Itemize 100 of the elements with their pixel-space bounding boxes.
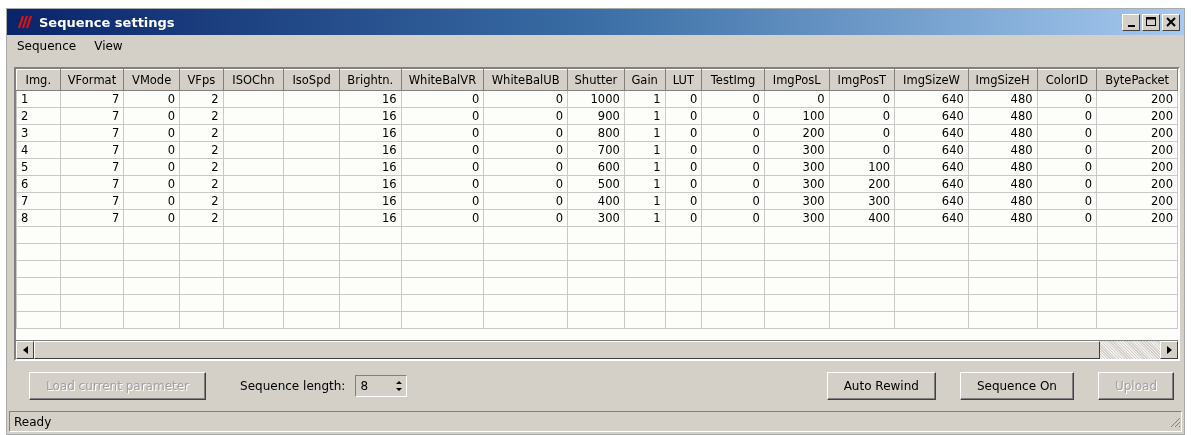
- table-cell: 1: [624, 90, 666, 108]
- table-cell: 0: [1037, 90, 1097, 108]
- table-cell: 16: [339, 175, 402, 193]
- table-cell: 0: [401, 209, 484, 227]
- column-header[interactable]: ColorID: [1037, 69, 1097, 91]
- table-cell: 200: [1096, 175, 1178, 193]
- table-cell: 0: [401, 107, 484, 125]
- table-cell: 640: [894, 158, 969, 176]
- column-header[interactable]: ISOChn: [223, 69, 284, 91]
- table-cell: 300: [764, 141, 829, 159]
- table-cell: 300: [764, 158, 829, 176]
- column-header[interactable]: Gain: [624, 69, 666, 91]
- column-header[interactable]: ImgSizeW: [894, 69, 969, 91]
- table-cell: 0: [123, 209, 180, 227]
- table-cell: 1: [624, 192, 666, 210]
- table-cell: 0: [701, 141, 765, 159]
- table-cell: 0: [123, 141, 180, 159]
- table-cell: 0: [1037, 107, 1097, 125]
- left-arrow-icon: [22, 346, 28, 354]
- table-cell: 5: [16, 158, 61, 176]
- column-header[interactable]: WhiteBalUB: [483, 69, 568, 91]
- sequence-length-spinner[interactable]: 8: [355, 375, 408, 397]
- table-cell: 7: [16, 192, 61, 210]
- table-cell: 600: [567, 158, 625, 176]
- table-cell: 16: [339, 192, 402, 210]
- table-cell: 480: [968, 175, 1038, 193]
- maximize-icon: [1146, 17, 1156, 27]
- column-header[interactable]: VFps: [179, 69, 224, 91]
- maximize-button[interactable]: [1142, 13, 1160, 31]
- column-header[interactable]: ImgPosT: [829, 69, 895, 91]
- table-cell: 0: [829, 107, 895, 125]
- column-header[interactable]: LUT: [665, 69, 702, 91]
- table-cell: 480: [968, 124, 1038, 142]
- column-header[interactable]: Img.: [16, 69, 61, 91]
- table-cell: 480: [968, 158, 1038, 176]
- table-cell: 200: [1096, 192, 1178, 210]
- table-cell: 2: [179, 124, 224, 142]
- table-cell: 640: [894, 90, 969, 108]
- column-header[interactable]: VFormat: [60, 69, 124, 91]
- column-header[interactable]: ImgSizeH: [968, 69, 1038, 91]
- column-header[interactable]: VMode: [123, 69, 180, 91]
- column-header[interactable]: Shutter: [567, 69, 625, 91]
- table-cell: 2: [179, 209, 224, 227]
- table-cell: 480: [968, 141, 1038, 159]
- table-cell: 0: [665, 141, 702, 159]
- minimize-icon: [1127, 24, 1135, 27]
- table-cell: 1: [624, 158, 666, 176]
- table-cell: 0: [483, 192, 568, 210]
- table-cell: 0: [401, 141, 484, 159]
- table-cell: 6: [16, 175, 61, 193]
- table-cell: 8: [16, 209, 61, 227]
- table-cell: 16: [339, 141, 402, 159]
- table-cell: 7: [60, 141, 124, 159]
- column-header[interactable]: IsoSpd: [283, 69, 340, 91]
- table-cell: 0: [764, 90, 829, 108]
- menu-item[interactable]: Sequence: [11, 37, 83, 55]
- column-header[interactable]: BytePacket: [1096, 69, 1178, 91]
- table-cell: 0: [701, 209, 765, 227]
- table-cell: 1: [624, 141, 666, 159]
- table-cell: 0: [483, 141, 568, 159]
- column-header[interactable]: WhiteBalVR: [401, 69, 484, 91]
- right-arrow-icon: [1166, 346, 1172, 354]
- table-cell: 800: [567, 124, 625, 142]
- status-text: Ready: [13, 414, 53, 429]
- table-cell: 0: [829, 90, 895, 108]
- table-cell: 0: [701, 175, 765, 193]
- table-cell: 0: [829, 124, 895, 142]
- table-cell: 400: [567, 192, 625, 210]
- table-cell: 480: [968, 192, 1038, 210]
- table-cell: 0: [665, 175, 702, 193]
- action-button[interactable]: Sequence On: [959, 372, 1074, 400]
- table-cell: 300: [829, 192, 895, 210]
- close-icon: [1166, 17, 1176, 27]
- close-button[interactable]: [1162, 13, 1180, 31]
- table-cell: 7: [60, 175, 124, 193]
- table-cell: 0: [483, 175, 568, 193]
- column-header[interactable]: ImgPosL: [764, 69, 829, 91]
- table-cell: 0: [665, 107, 702, 125]
- action-button[interactable]: Auto Rewind: [826, 372, 936, 400]
- table-cell: 1000: [567, 90, 625, 108]
- table-cell: 640: [894, 141, 969, 159]
- table-cell: 640: [894, 175, 969, 193]
- table-cell: 0: [401, 158, 484, 176]
- table-cell: 2: [179, 175, 224, 193]
- table-cell: 0: [665, 124, 702, 142]
- table-cell: 0: [483, 124, 568, 142]
- table-cell: 0: [1037, 209, 1097, 227]
- table-cell: 0: [665, 158, 702, 176]
- table-cell: 900: [567, 107, 625, 125]
- table-cell: 2: [179, 107, 224, 125]
- table-cell: 0: [123, 107, 180, 125]
- table-cell: 0: [483, 107, 568, 125]
- table-cell: 16: [339, 209, 402, 227]
- table-cell: 640: [894, 192, 969, 210]
- table-cell: 3: [16, 124, 61, 142]
- column-header[interactable]: TestImg: [701, 69, 765, 91]
- menu-item[interactable]: View: [88, 37, 129, 55]
- column-header[interactable]: Brightn.: [339, 69, 402, 91]
- minimize-button[interactable]: [1122, 13, 1140, 31]
- table-cell: 200: [829, 175, 895, 193]
